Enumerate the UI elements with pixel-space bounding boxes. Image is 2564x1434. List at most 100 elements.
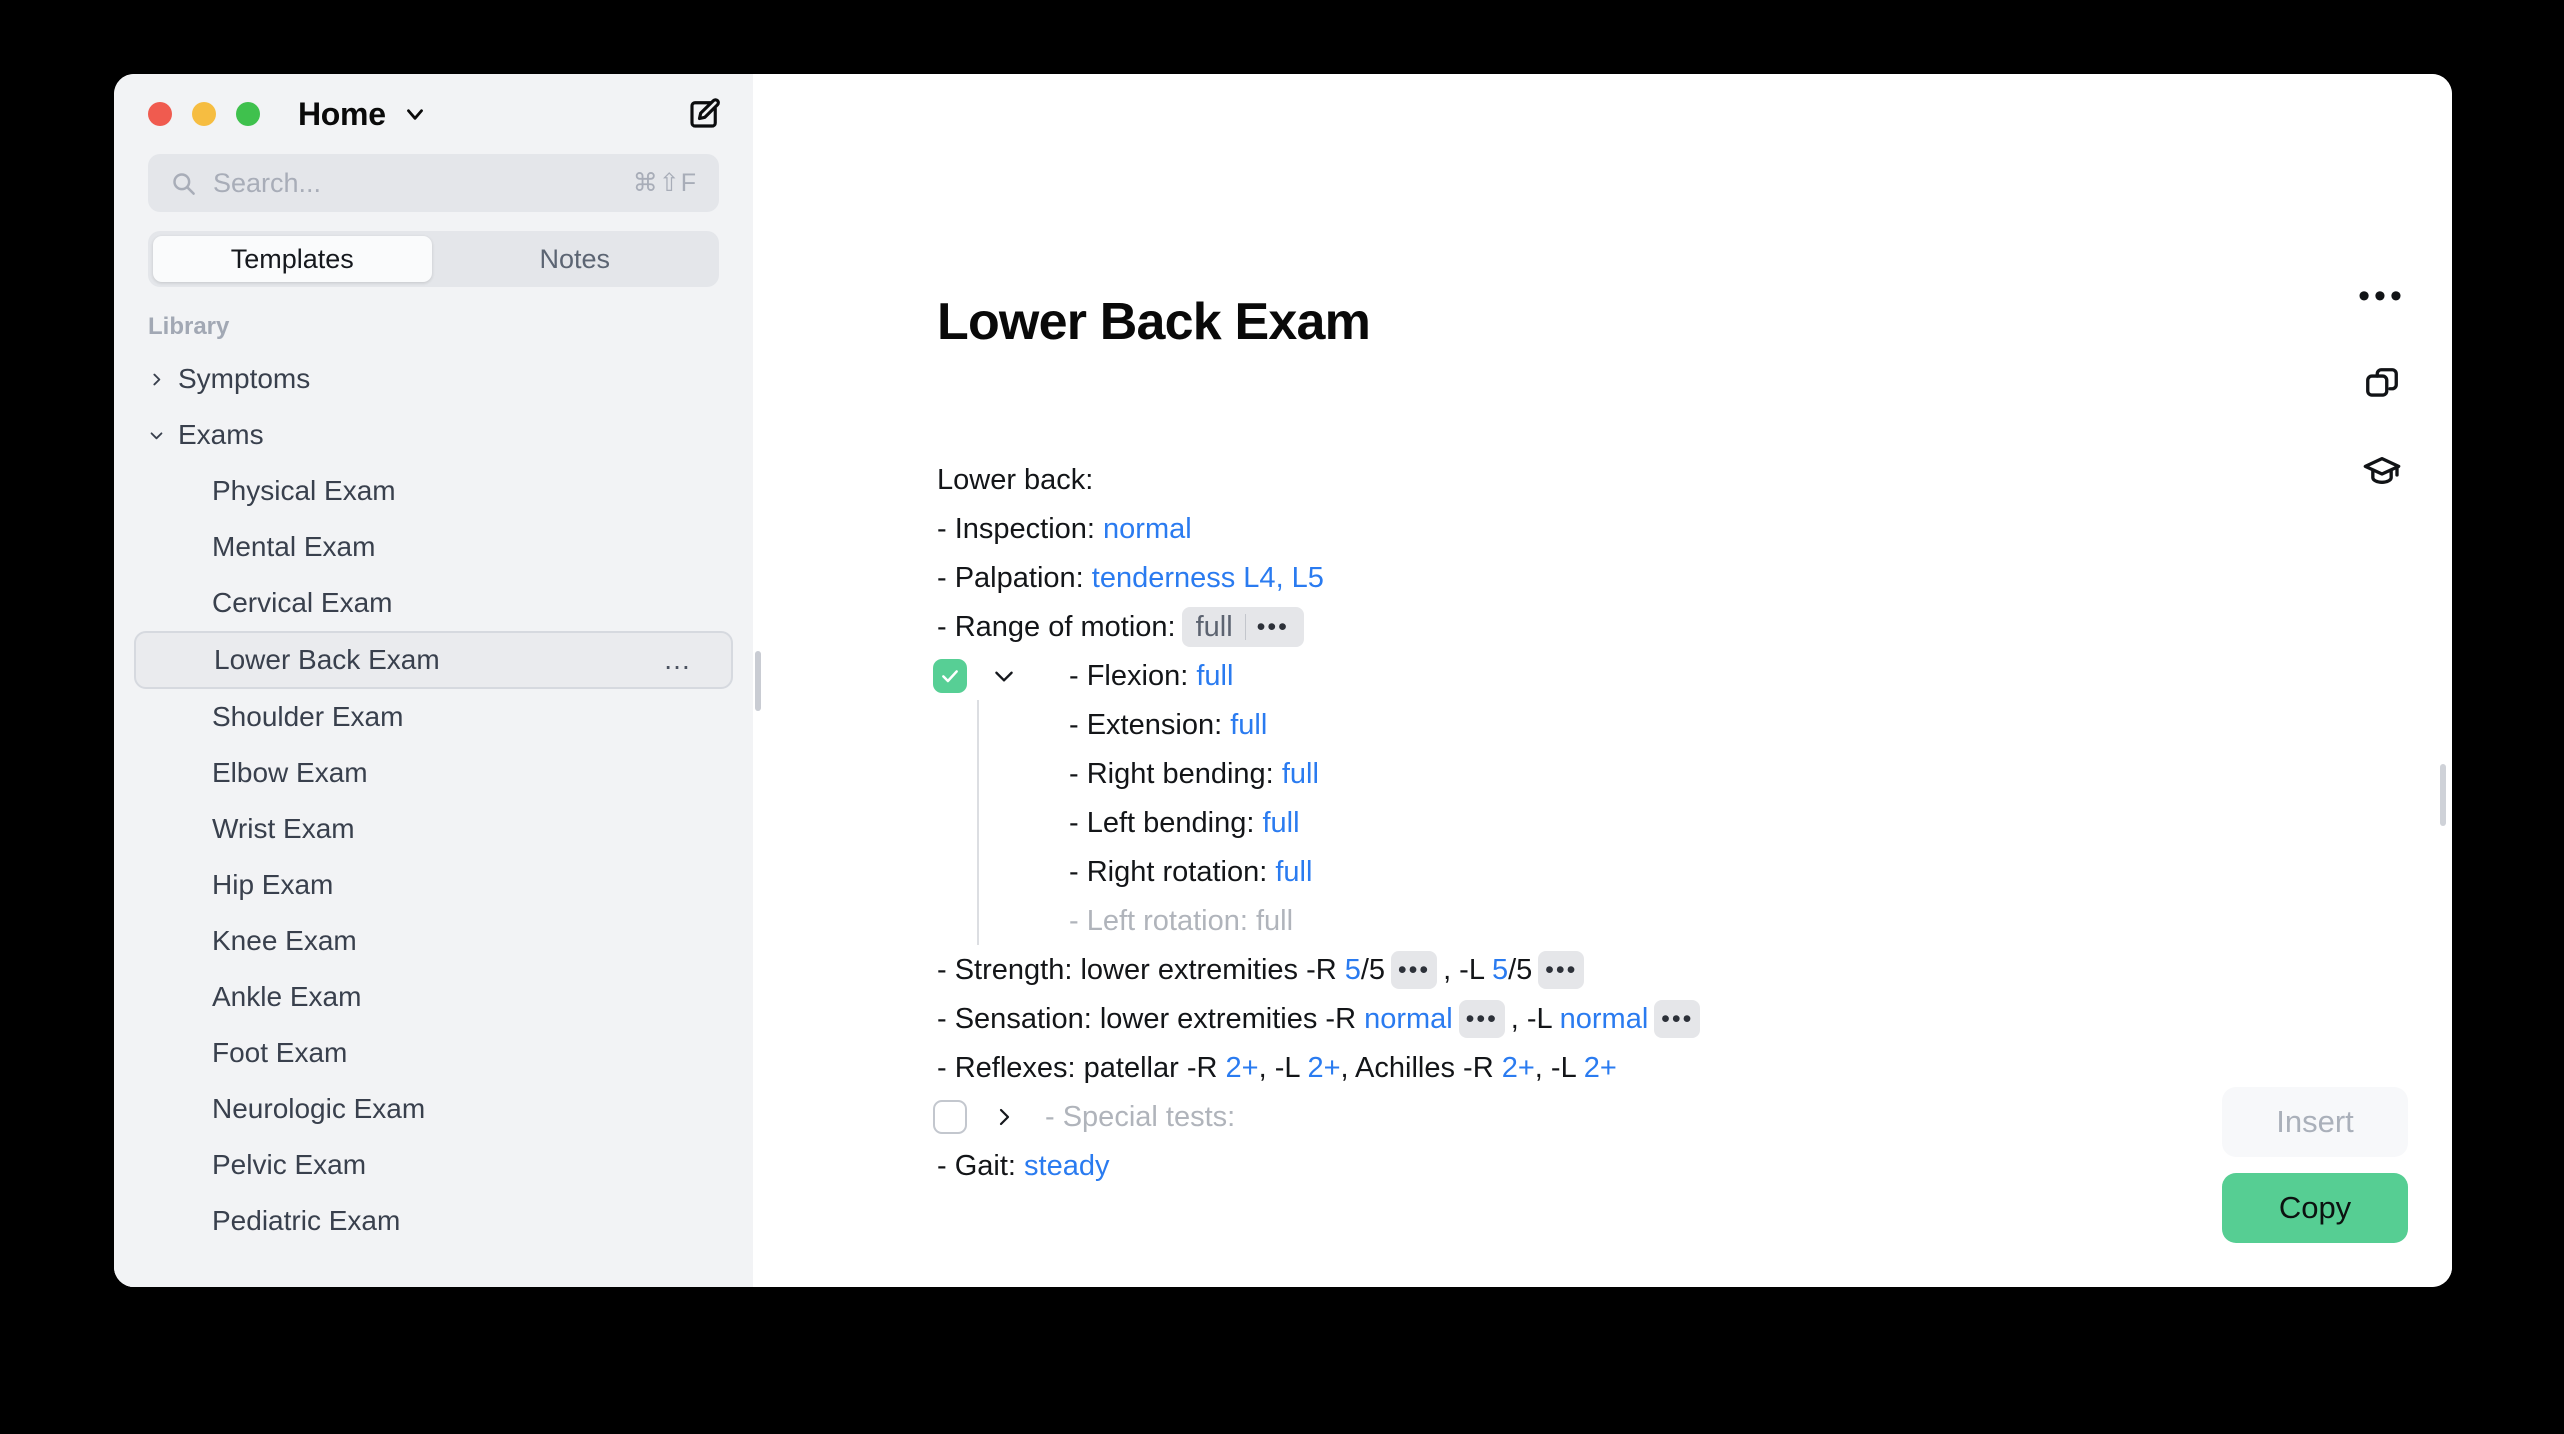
traffic-lights	[148, 102, 260, 126]
label: - Right bending:	[1069, 758, 1282, 790]
extension-value[interactable]: full	[1230, 701, 1267, 749]
action-buttons: Insert Copy	[2222, 1087, 2408, 1243]
sidebar-item-label: Pediatric Exam	[212, 1205, 401, 1236]
sidebar-item-ankle-exam[interactable]: Ankle Exam	[114, 969, 753, 1025]
tab-notes[interactable]: Notes	[436, 236, 715, 282]
sidebar-item-neurologic-exam[interactable]: Neurologic Exam	[114, 1081, 753, 1137]
sidebar-tabs: Templates Notes	[148, 231, 719, 287]
line-right-rotation: - Right rotation: full	[937, 848, 2282, 896]
search-input[interactable]	[213, 167, 633, 199]
sensation-left-value[interactable]: normal	[1560, 995, 1649, 1043]
line-special-tests: - Special tests:	[933, 1093, 2282, 1141]
insert-button[interactable]: Insert	[2222, 1087, 2408, 1157]
sidebar-group-exams[interactable]: Exams	[114, 407, 753, 463]
separator: , -L	[1534, 1052, 1584, 1084]
sidebar-item-hip-exam[interactable]: Hip Exam	[114, 857, 753, 913]
line-lower-back-heading: Lower back:	[937, 456, 2282, 504]
rom-more-icon[interactable]: •••	[1246, 614, 1300, 640]
copy-button[interactable]: Copy	[2222, 1173, 2408, 1243]
sidebar-item-label: Lower Back Exam	[214, 644, 440, 675]
graduation-cap-icon[interactable]	[2356, 446, 2408, 498]
sidebar-item-cervical-exam[interactable]: Cervical Exam	[114, 575, 753, 631]
chevron-down-icon[interactable]	[402, 101, 428, 127]
sidebar-item-mental-exam[interactable]: Mental Exam	[114, 519, 753, 575]
minimize-window-button[interactable]	[192, 102, 216, 126]
document-toolbar: •••	[2356, 270, 2408, 498]
separator: , -L	[1258, 1052, 1308, 1084]
copy-icon[interactable]	[2356, 358, 2408, 410]
sensation-right-value[interactable]: normal	[1364, 995, 1453, 1043]
sidebar-item-more-icon[interactable]: …	[663, 646, 697, 674]
left-rotation-text[interactable]: - Left rotation: full	[937, 897, 1293, 945]
content-scrollbar[interactable]	[2440, 764, 2446, 826]
strength-right-denominator: /5	[1360, 954, 1386, 986]
label: - Inspection:	[937, 513, 1104, 545]
compose-icon[interactable]	[681, 91, 727, 137]
search-shortcut-hint: ⌘⇧F	[632, 169, 697, 197]
line-right-bending: - Right bending: full	[937, 750, 2282, 798]
maximize-window-button[interactable]	[236, 102, 260, 126]
reflex-patellar-left[interactable]: 2+	[1307, 1044, 1340, 1092]
indent-guide	[977, 700, 979, 945]
sensation-left-more-icon[interactable]: •••	[1654, 1000, 1701, 1038]
sensation-right-more-icon[interactable]: •••	[1458, 1000, 1505, 1038]
search-bar[interactable]: ⌘⇧F	[148, 154, 719, 212]
reflex-patellar-right[interactable]: 2+	[1226, 1044, 1259, 1092]
sidebar-item-shoulder-exam[interactable]: Shoulder Exam	[114, 689, 753, 745]
sidebar-item-label: Shoulder Exam	[212, 701, 404, 732]
text: Lower back:	[937, 464, 1094, 496]
range-of-motion-chip[interactable]: full •••	[1181, 607, 1304, 647]
palpation-value[interactable]: tenderness L4, L5	[1092, 554, 1324, 602]
strength-left-more-icon[interactable]: •••	[1538, 951, 1585, 989]
flexion-checkbox[interactable]	[933, 659, 967, 693]
separator: , -L	[1443, 954, 1492, 986]
more-options-icon[interactable]: •••	[2356, 270, 2408, 322]
sidebar-resize-handle[interactable]	[755, 650, 761, 711]
flexion-disclosure-icon[interactable]	[989, 661, 1019, 691]
left-bending-value[interactable]: full	[1262, 799, 1299, 847]
line-reflexes: - Reflexes: patellar -R 2+ , -L 2+ , Ach…	[937, 1044, 2282, 1092]
sidebar-item-label: Ankle Exam	[212, 981, 362, 1012]
line-gait: - Gait: steady	[937, 1142, 2282, 1190]
app-window: Home ⌘⇧F Templates Notes Libr	[114, 74, 2452, 1287]
sidebar-item-pediatric-exam[interactable]: Pediatric Exam	[114, 1193, 753, 1249]
sidebar-item-pelvic-exam[interactable]: Pelvic Exam	[114, 1137, 753, 1193]
label: - Right rotation:	[1069, 856, 1276, 888]
inspection-value[interactable]: normal	[1103, 505, 1192, 553]
close-window-button[interactable]	[148, 102, 172, 126]
more-dots-glyph: •••	[2358, 277, 2406, 315]
separator: , Achilles -R	[1340, 1052, 1502, 1084]
sidebar-item-physical-exam[interactable]: Physical Exam	[114, 463, 753, 519]
label: - Sensation: lower extremities -R	[937, 1003, 1365, 1035]
rom-value: full	[1195, 611, 1233, 643]
home-title[interactable]: Home	[298, 96, 386, 133]
label: - Palpation:	[937, 562, 1092, 594]
sidebar-item-lower-back-exam[interactable]: Lower Back Exam …	[134, 631, 733, 689]
strength-left-value[interactable]: 5	[1492, 946, 1508, 994]
sidebar-item-label: Physical Exam	[212, 475, 396, 506]
special-tests-disclosure-icon[interactable]	[989, 1102, 1019, 1132]
chevron-down-icon	[148, 427, 178, 444]
main-content: Lower Back Exam Lower back: - Inspection…	[753, 74, 2452, 1287]
sidebar-group-symptoms[interactable]: Symptoms	[114, 351, 753, 407]
sidebar-item-knee-exam[interactable]: Knee Exam	[114, 913, 753, 969]
sidebar-item-label: Knee Exam	[212, 925, 357, 956]
special-tests-label: - Special tests:	[1045, 1101, 1236, 1133]
line-range-of-motion: - Range of motion: full •••	[937, 603, 2282, 651]
sidebar-item-elbow-exam[interactable]: Elbow Exam	[114, 745, 753, 801]
tab-templates[interactable]: Templates	[153, 236, 432, 282]
sidebar-item-foot-exam[interactable]: Foot Exam	[114, 1025, 753, 1081]
list-fade-overlay	[114, 1261, 753, 1287]
sidebar-item-wrist-exam[interactable]: Wrist Exam	[114, 801, 753, 857]
gait-value[interactable]: steady	[1024, 1142, 1109, 1190]
label: - Strength: lower extremities -R	[937, 954, 1345, 986]
line-inspection: - Inspection: normal	[937, 505, 2282, 553]
right-bending-value[interactable]: full	[1282, 750, 1319, 798]
strength-right-more-icon[interactable]: •••	[1391, 951, 1438, 989]
reflex-achilles-left[interactable]: 2+	[1584, 1044, 1617, 1092]
reflex-achilles-right[interactable]: 2+	[1502, 1044, 1535, 1092]
strength-right-value[interactable]: 5	[1345, 946, 1361, 994]
right-rotation-value[interactable]: full	[1275, 848, 1312, 896]
special-tests-checkbox[interactable]	[933, 1100, 967, 1134]
flexion-value[interactable]: full	[1196, 652, 1233, 700]
